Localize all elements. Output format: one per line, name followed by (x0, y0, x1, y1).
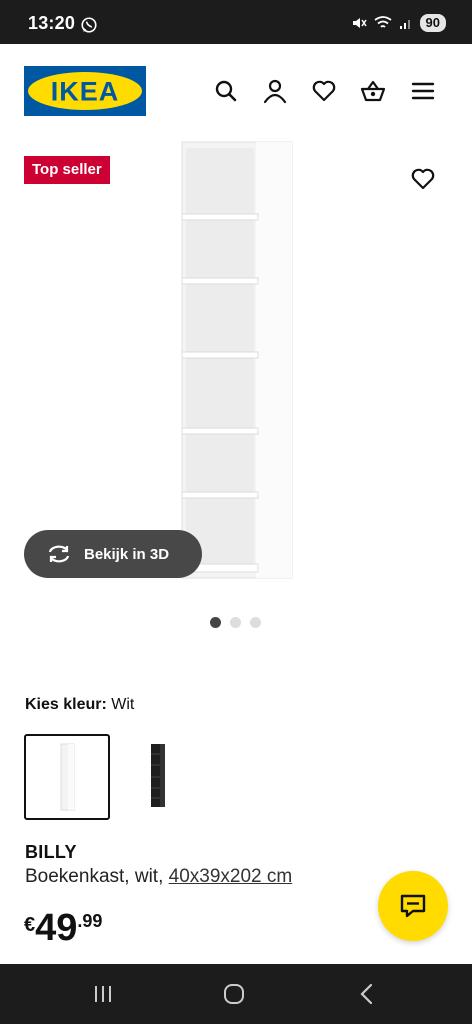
menu-icon[interactable] (410, 78, 436, 104)
wishlist-icon[interactable] (311, 78, 337, 104)
black-bookcase-thumbnail (151, 744, 165, 807)
color-label-value: Wit (111, 696, 135, 713)
price-decimals: .99 (77, 911, 103, 931)
view-in-3d-label: Bekijk in 3D (84, 545, 170, 563)
battery-indicator: 90 (419, 14, 446, 32)
status-time: 13:20 (28, 13, 76, 33)
product-description: Boekenkast, wit, 40x39x202 cm (25, 866, 292, 888)
product-type: Boekenkast, wit, (25, 866, 169, 887)
product-name: BILLY (25, 842, 77, 862)
color-selector-label: Kies kleur: Wit (25, 696, 134, 714)
color-swatch-black[interactable] (116, 734, 202, 820)
system-nav-bar (0, 964, 472, 1024)
pagination-dot[interactable] (250, 617, 261, 628)
color-label-key: Kies kleur: (25, 696, 107, 713)
pagination-dot[interactable] (230, 617, 241, 628)
svg-text:IKEA: IKEA (51, 77, 120, 107)
view-in-3d-button[interactable]: Bekijk in 3D (24, 530, 202, 578)
search-icon[interactable] (213, 78, 239, 104)
product-gallery[interactable]: Top seller Bekijk in 3D (0, 140, 472, 610)
chat-button[interactable] (378, 871, 448, 941)
signal-icon (399, 20, 410, 29)
product-price: € 49 .99 (24, 908, 102, 948)
product-dimensions-link[interactable]: 40x39x202 cm (169, 866, 293, 887)
top-seller-badge: Top seller (24, 156, 110, 184)
status-icons: 90 (351, 14, 446, 32)
whatsapp-icon (81, 17, 97, 33)
cart-icon[interactable] (360, 78, 386, 104)
color-swatch-white[interactable] (24, 734, 110, 820)
back-icon[interactable] (354, 982, 380, 1006)
wifi-icon (373, 16, 392, 28)
white-bookcase-thumbnail (60, 743, 75, 811)
site-header: IKEA (0, 44, 472, 144)
home-icon[interactable] (221, 982, 247, 1006)
mute-icon (352, 18, 367, 28)
chat-icon (400, 894, 426, 918)
recent-apps-icon[interactable] (90, 982, 116, 1006)
gallery-pagination (210, 617, 261, 628)
rotate-3d-icon (48, 545, 70, 563)
pagination-dot[interactable] (210, 617, 221, 628)
price-currency: € (24, 914, 36, 936)
product-image-bookcase (181, 141, 293, 579)
ikea-logo[interactable]: IKEA (24, 66, 146, 116)
status-bar: 13:20 90 (0, 0, 472, 44)
favorite-heart-icon[interactable] (410, 166, 436, 192)
price-integer: 49 (35, 907, 78, 949)
account-icon[interactable] (262, 78, 288, 104)
